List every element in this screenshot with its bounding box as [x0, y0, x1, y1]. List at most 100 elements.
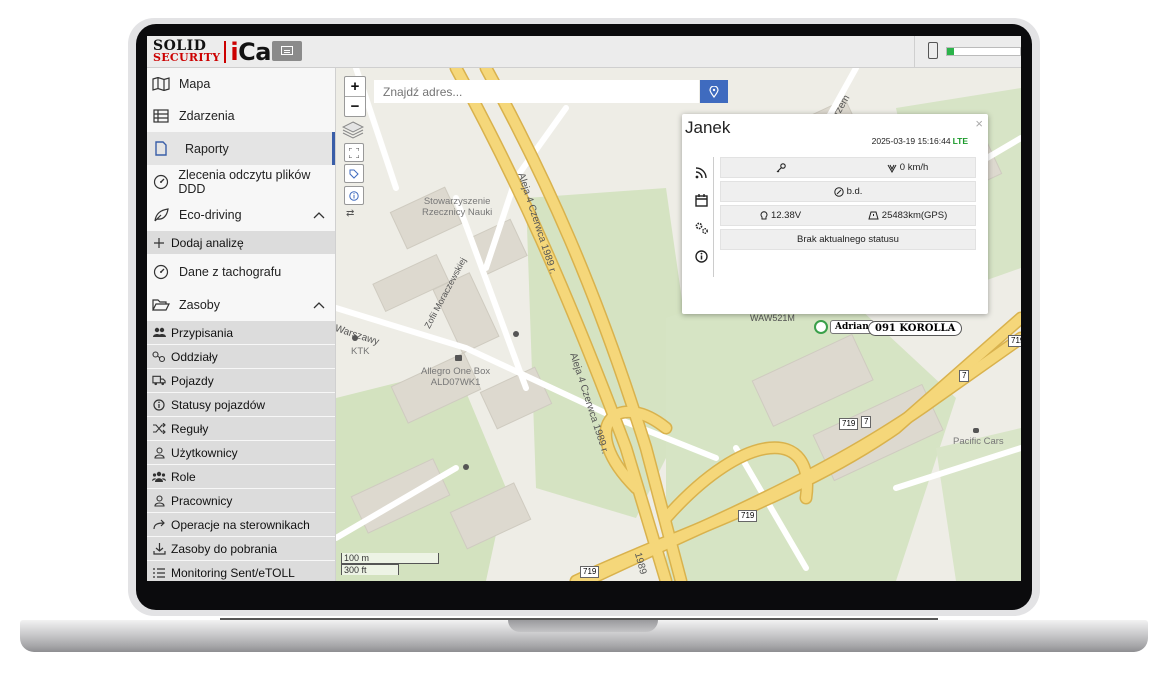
popup-tab-calendar[interactable] — [692, 186, 710, 214]
steering-wheel-icon — [833, 186, 844, 197]
bell-icon — [814, 320, 828, 334]
road-shield: 719 — [839, 418, 859, 430]
zoom-control: + − — [344, 76, 366, 117]
sidebar-subitem-pracownicy[interactable]: Pracownicy — [147, 489, 335, 513]
sidebar-item-eco-driving[interactable]: Eco-driving — [147, 198, 335, 231]
sidebar-subitem-reguly[interactable]: Reguły — [147, 417, 335, 441]
network-type: LTE — [952, 136, 968, 146]
odometer-icon — [868, 211, 879, 220]
toggle-menu-button[interactable] — [272, 41, 302, 61]
sidebar: Mapa Zdarzenia Raporty Zlecenia odczytu … — [147, 68, 336, 581]
sidebar-subitem-label: Statusy pojazdów — [171, 397, 266, 412]
sidebar-item-zdarzenia[interactable]: Zdarzenia — [147, 100, 335, 132]
route-icon[interactable]: ⇄ — [346, 208, 354, 219]
address-search-button[interactable] — [700, 80, 728, 103]
popup-row-ignition-speed: 0 km/h — [720, 157, 976, 178]
info-icon — [694, 249, 708, 263]
zoom-out-button[interactable]: − — [345, 96, 365, 116]
popup-tab-settings[interactable] — [692, 214, 710, 242]
speed-cell: 0 km/h — [840, 162, 975, 173]
sidebar-subitem-label: Użytkownicy — [171, 445, 238, 460]
address-search-input[interactable] — [374, 80, 699, 103]
poi-label-line: Allegro One Box — [421, 366, 491, 377]
sidebar-item-label: Mapa — [179, 77, 211, 91]
location-pin-icon — [709, 85, 719, 98]
top-bar: SOLID SECURITY iCar — [147, 36, 1021, 68]
sidebar-subitem-przypisania[interactable]: Przypisania — [147, 321, 335, 345]
solid-security-logo: SOLID SECURITY — [153, 39, 221, 64]
sidebar-item-label: Zdarzenia — [179, 109, 235, 123]
map-view[interactable]: Aleja 4 Czerwca 1989 r. Aleja 4 Czerwca … — [336, 68, 1021, 581]
panel-icon — [281, 46, 293, 55]
poi-label: Pacific Cars — [953, 436, 1004, 447]
sidebar-subitem-label: Przypisania — [171, 325, 234, 340]
road-shield: 7 — [959, 370, 970, 382]
poi-label-line: Rzecznicy Nauki — [422, 207, 493, 218]
sidebar-subitem-pojazdy[interactable]: Pojazdy — [147, 369, 335, 393]
sidebar-item-mapa[interactable]: Mapa — [147, 68, 335, 100]
popup-tab-signal[interactable] — [692, 158, 710, 186]
share-arrow-icon — [152, 518, 166, 532]
chevron-up-icon[interactable] — [313, 210, 325, 220]
info-icon — [152, 398, 166, 412]
fullscreen-button[interactable] — [344, 143, 364, 162]
sidebar-subitem-label: Operacje na sterownikach — [171, 517, 310, 532]
folder-open-icon — [152, 297, 170, 313]
leaf-icon — [152, 207, 170, 223]
map-info-button[interactable] — [344, 186, 364, 205]
topbar-divider — [914, 36, 915, 67]
poi-label: KTK — [351, 346, 370, 357]
zoom-in-button[interactable]: + — [345, 77, 365, 96]
road-shield: 719 — [738, 510, 758, 522]
phone-icon[interactable] — [928, 42, 938, 59]
poi-label: Allegro One Box ALD07WK1 — [421, 366, 490, 388]
sidebar-item-zlecenia-ddd[interactable]: Zlecenia odczytu plików DDD — [147, 165, 335, 198]
logo-separator — [224, 41, 227, 63]
sidebar-item-label: Zlecenia odczytu plików DDD — [178, 167, 311, 196]
sidebar-subitem-zasoby-do-pobrania[interactable]: Zasoby do pobrania — [147, 537, 335, 561]
sidebar-subitem-statusy-pojazdow[interactable]: Statusy pojazdów — [147, 393, 335, 417]
sidebar-item-label: Zasoby — [179, 297, 220, 312]
sidebar-item-dane-z-tachografu[interactable]: Dane z tachografu — [147, 255, 335, 288]
app-logo[interactable]: SOLID SECURITY iCar — [153, 38, 283, 66]
connection-status-bar — [946, 47, 1021, 56]
map-scale: 100 m 300 ft — [341, 553, 439, 575]
popup-close-button[interactable]: × — [975, 116, 983, 131]
odometer-value: 25483km(GPS) — [881, 210, 948, 221]
sidebar-subitem-uzytkownicy[interactable]: Użytkownicy — [147, 441, 335, 465]
sidebar-item-raporty[interactable]: Raporty — [147, 132, 335, 165]
table-icon — [152, 108, 170, 124]
sidebar-subitem-label: Pojazdy — [171, 373, 214, 388]
gears-icon — [695, 222, 708, 234]
shuffle-icon — [152, 422, 166, 436]
road-shield: 719 — [580, 566, 600, 578]
sidebar-subitem-label: Monitoring Sent/eTOLL — [171, 565, 295, 580]
sidebar-subitem-operacje-na-sterownikach[interactable]: Operacje na sterownikach — [147, 513, 335, 537]
sidebar-subitem-oddzialy[interactable]: Oddziały — [147, 345, 335, 369]
chevron-up-icon[interactable] — [313, 300, 325, 310]
vehicle-marker[interactable]: 091 KOROLLA — [868, 318, 963, 336]
timestamp-value: 2025-03-19 15:16:44 — [871, 136, 951, 146]
sidebar-subitem-label: Zasoby do pobrania — [171, 541, 278, 556]
nodes-icon — [152, 350, 166, 364]
info-icon — [349, 190, 359, 201]
sidebar-subitem-monitoring-sent-etoll[interactable]: Monitoring Sent/eTOLL — [147, 561, 335, 581]
popup-row-status: Brak aktualnego statusu — [720, 229, 976, 250]
layers-icon[interactable] — [341, 120, 365, 140]
sidebar-item-zasoby[interactable]: Zasoby — [147, 288, 335, 321]
fullscreen-icon — [349, 147, 359, 158]
user-icon — [152, 494, 166, 508]
sidebar-subitem-label: Oddziały — [171, 349, 218, 364]
poi-label-line: Stowarzyszenie — [423, 196, 491, 207]
labels-toggle-button[interactable] — [344, 164, 364, 183]
sidebar-item-label: Eco-driving — [179, 207, 242, 222]
logo-line2: SECURITY — [153, 51, 221, 64]
popup-tab-info[interactable] — [692, 242, 710, 270]
driver-cell: b.d. — [833, 186, 862, 197]
road-shield: 719 — [1008, 335, 1021, 347]
sidebar-subitem-role[interactable]: Role — [147, 465, 335, 489]
gauge-icon — [152, 264, 170, 280]
vehicle-marker[interactable]: Adrian — [814, 320, 874, 334]
sidebar-subitem-dodaj-analize[interactable]: Dodaj analizę — [147, 231, 335, 255]
user-group-icon — [152, 470, 166, 484]
